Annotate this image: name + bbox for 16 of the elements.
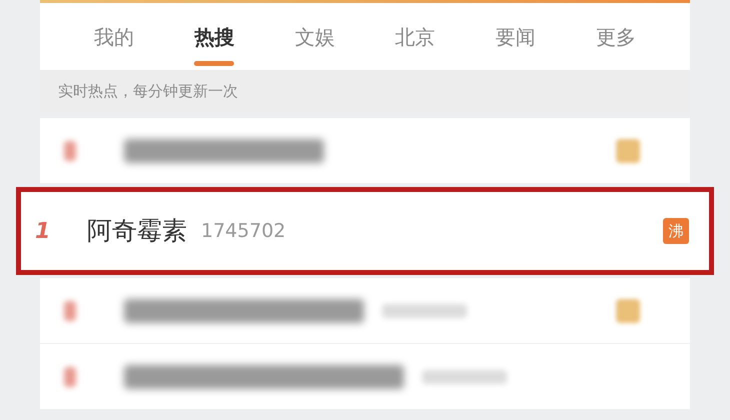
- blurred-badge: [616, 298, 640, 322]
- blurred-rank: [64, 140, 76, 160]
- search-count: 1745702: [201, 218, 286, 244]
- subtitle: 实时热点，每分钟更新一次: [58, 80, 238, 102]
- tab[interactable]: 更多: [566, 3, 666, 70]
- tab[interactable]: 文娱: [264, 3, 365, 70]
- blurred-badge: [616, 138, 640, 162]
- hot-badge: 沸: [663, 218, 689, 244]
- topic-title[interactable]: 阿奇霉素: [87, 212, 187, 250]
- tab[interactable]: 要闻: [465, 3, 566, 70]
- blurred-rank: [64, 300, 76, 320]
- blurred-rank: [64, 366, 76, 386]
- rank-number: 1: [35, 218, 52, 246]
- tab[interactable]: 北京: [364, 3, 466, 70]
- tab[interactable]: 我的: [64, 3, 164, 70]
- tab[interactable]: 热搜: [164, 3, 265, 70]
